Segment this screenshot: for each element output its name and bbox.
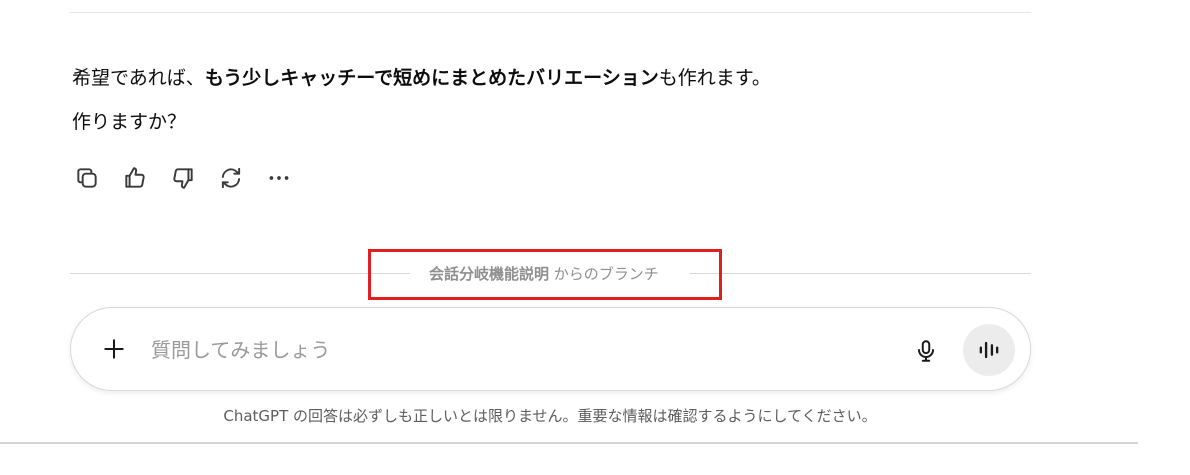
message-composer — [70, 307, 1031, 391]
microphone-icon — [917, 340, 935, 362]
message-line-1-bold: もう少しキャッチーで短めにまとめたバリエーション — [204, 67, 659, 89]
voice-mode-button[interactable] — [963, 324, 1015, 376]
more-options-button[interactable] — [262, 162, 296, 194]
disclaimer-text: ChatGPT の回答は必ずしも正しいとは限りません。重要な情報は確認するように… — [223, 407, 877, 425]
thumbs-up-icon — [125, 167, 145, 188]
branch-divider-line-right — [690, 273, 1031, 274]
more-icon — [269, 176, 289, 180]
dictate-button[interactable] — [909, 334, 943, 368]
regenerate-icon — [221, 167, 241, 189]
message-line-1-prefix: 希望であれば、 — [72, 67, 205, 89]
message-line-1: 希望であれば、もう少しキャッチーで短めにまとめたバリエーションも作れます。 — [72, 62, 1012, 94]
annotation-highlight-box — [368, 249, 722, 300]
branch-divider-line-left — [70, 273, 410, 274]
message-actions — [70, 162, 296, 194]
copy-button[interactable] — [70, 162, 104, 194]
copy-icon — [77, 168, 97, 188]
thumbs-down-icon — [173, 168, 193, 189]
plus-icon — [104, 339, 124, 359]
message-line-1-suffix: も作れます。 — [658, 67, 771, 89]
prompt-input[interactable] — [149, 328, 873, 372]
voice-waveform-icon — [979, 341, 999, 359]
window-bottom-edge-end — [1138, 442, 1190, 444]
thumbs-down-button[interactable] — [166, 162, 200, 194]
thumbs-up-button[interactable] — [118, 162, 152, 194]
message-line-2: 作りますか？ — [72, 111, 187, 133]
assistant-message: 希望であれば、もう少しキャッチーで短めにまとめたバリエーションも作れます。 作り… — [72, 62, 1012, 150]
add-attachment-button[interactable] — [97, 332, 131, 366]
regenerate-button[interactable] — [214, 162, 248, 194]
top-divider — [70, 12, 1031, 13]
window-bottom-edge — [0, 442, 1138, 444]
